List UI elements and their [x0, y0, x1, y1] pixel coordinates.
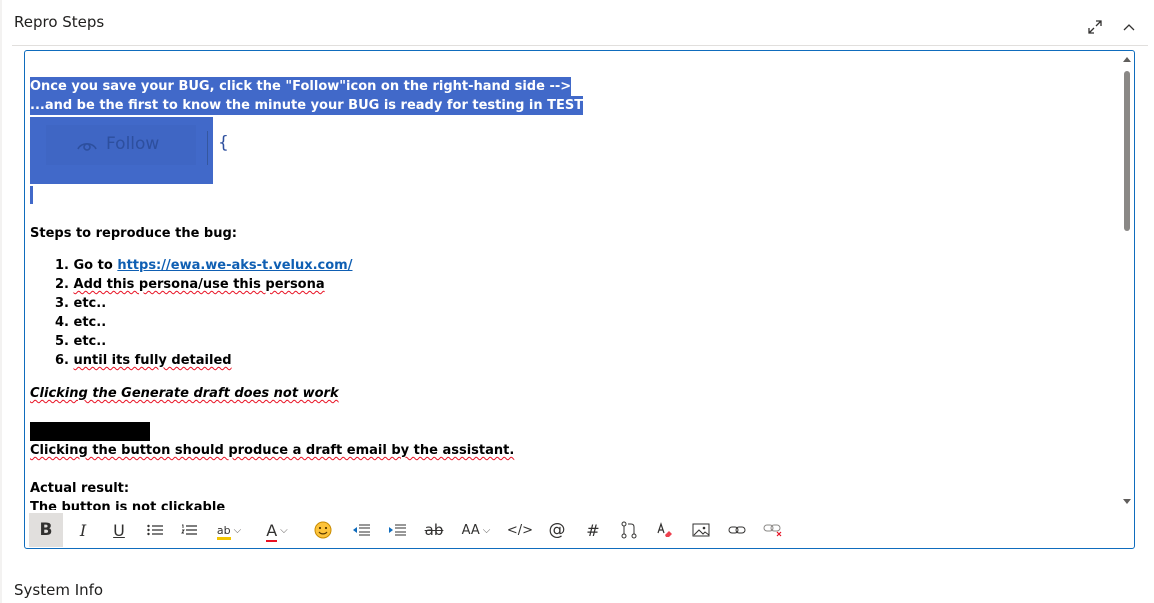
decrease-indent-button[interactable] — [347, 513, 375, 547]
highlight-button[interactable]: ab ⌵ — [209, 513, 249, 547]
list-item: 4. etc.. — [55, 315, 107, 330]
highlight-icon: ab — [216, 523, 231, 540]
velux-url-link[interactable]: https://ewa.we-aks-t.velux.com/ — [117, 258, 352, 273]
font-color-sample: A — [266, 520, 278, 540]
work-item-link-button[interactable]: # — [579, 513, 607, 547]
mention-button[interactable]: @ — [543, 513, 571, 547]
formatting-toolbar: B I U ab ⌵ A ⌵ ab AA ⌵ </> @ # — [29, 513, 1130, 547]
clear-formatting-icon — [657, 522, 672, 537]
pull-request-button[interactable] — [615, 513, 643, 547]
decrease-indent-icon — [353, 524, 370, 536]
expected-result-label: Expected result: — [30, 422, 151, 441]
image-icon — [692, 523, 710, 537]
list-item: 6. until its fully detailed — [55, 353, 232, 368]
bulleted-list-button[interactable] — [141, 513, 169, 547]
emoji-icon — [314, 521, 332, 539]
list-item: 1. Go to https://ewa.we-aks-t.velux.com/ — [55, 258, 353, 273]
steps-heading: Steps to reproduce the bug: — [30, 226, 237, 241]
chevron-down-icon: ⌵ — [280, 524, 288, 536]
chevron-down-icon: ⌵ — [233, 524, 242, 536]
strikethrough-button[interactable]: ab — [419, 513, 449, 547]
eye-icon — [76, 138, 98, 158]
section-divider — [12, 45, 1148, 46]
chevron-down-icon: ⌵ — [482, 524, 491, 536]
link-icon — [728, 526, 746, 534]
bullet-list-icon — [147, 524, 163, 536]
follow-image: Follow { — [30, 117, 229, 184]
italic-note: Clicking the Generate draft does not wor… — [30, 386, 339, 401]
increase-indent-icon — [389, 524, 406, 536]
editor-content[interactable]: Once you save your BUG, click the "Follo… — [25, 51, 1118, 510]
list-item: 5. etc.. — [55, 334, 107, 349]
scrollbar-thumb[interactable] — [1124, 71, 1130, 231]
editor-scrollbar[interactable] — [1121, 55, 1133, 507]
highlight-sample: ab — [216, 523, 231, 537]
remove-link-button[interactable] — [759, 513, 787, 547]
selection-caret — [30, 186, 33, 204]
follow-image-brace: { — [218, 133, 229, 153]
insert-link-button[interactable] — [723, 513, 751, 547]
section-title-system-info: System Info — [14, 581, 104, 599]
numbered-list-icon — [181, 524, 197, 535]
font-color-button[interactable]: A ⌵ — [257, 513, 297, 547]
scroll-down-arrow-icon[interactable] — [1122, 498, 1132, 506]
repro-steps-editor[interactable]: Once you save your BUG, click the "Follo… — [24, 50, 1135, 549]
follow-image-button: Follow { — [46, 125, 229, 165]
underline-button[interactable]: U — [105, 513, 133, 547]
actual-result-label: Actual result: — [30, 481, 130, 496]
chevron-up-icon[interactable] — [1120, 18, 1138, 36]
clear-formatting-button[interactable] — [651, 513, 679, 547]
follow-image-label: Follow — [106, 134, 160, 154]
list-item: 2. Add this persona/use this persona — [55, 277, 325, 292]
italic-button[interactable]: I — [69, 513, 97, 547]
font-size-button[interactable]: AA ⌵ — [455, 513, 497, 547]
font-color-icon: A — [266, 520, 278, 542]
left-edge — [0, 0, 2, 603]
font-size-label: AA — [461, 522, 480, 538]
increase-indent-button[interactable] — [383, 513, 411, 547]
bold-button[interactable]: B — [29, 513, 63, 547]
selected-text-line-2: ...and be the first to know the minute y… — [30, 96, 584, 115]
expected-result-text: Clicking the button should produce a dra… — [30, 443, 515, 458]
emoji-button[interactable] — [309, 513, 337, 547]
actual-result-text: The button is not clickable — [30, 500, 226, 510]
follow-image-divider — [207, 131, 208, 165]
expand-icon[interactable] — [1086, 18, 1104, 36]
list-item: 3. etc.. — [55, 296, 107, 311]
insert-image-button[interactable] — [687, 513, 715, 547]
numbered-list-button[interactable] — [175, 513, 203, 547]
section-title-repro-steps: Repro Steps — [14, 13, 105, 31]
unlink-icon — [763, 524, 782, 537]
code-button[interactable]: </> — [505, 513, 535, 547]
scroll-up-arrow-icon[interactable] — [1122, 55, 1132, 63]
pull-request-icon — [621, 521, 637, 539]
selected-text-line-1: Once you save your BUG, click the "Follo… — [30, 77, 572, 96]
